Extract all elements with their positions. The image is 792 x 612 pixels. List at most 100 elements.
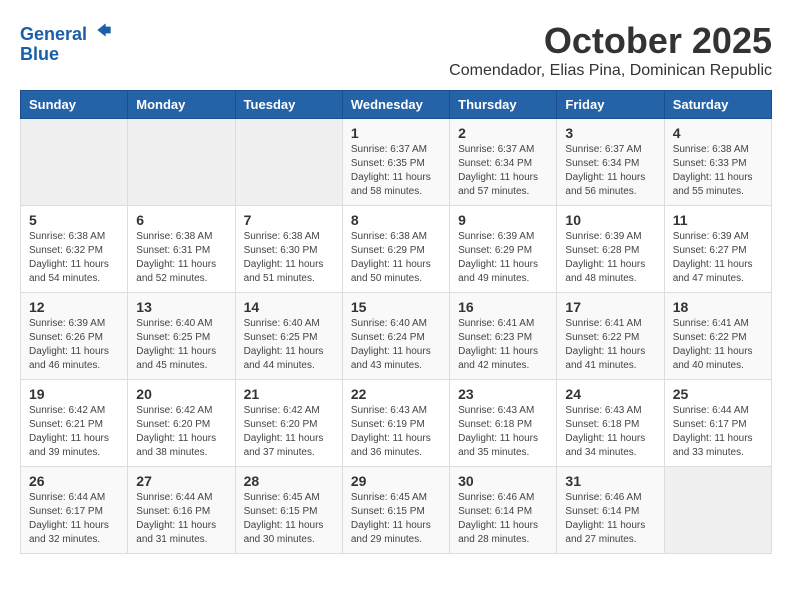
day-number: 6 bbox=[136, 212, 226, 228]
day-number: 20 bbox=[136, 386, 226, 402]
day-number: 31 bbox=[565, 473, 655, 489]
week-row-2: 5Sunrise: 6:38 AM Sunset: 6:32 PM Daylig… bbox=[21, 206, 772, 293]
day-info: Sunrise: 6:44 AM Sunset: 6:17 PM Dayligh… bbox=[673, 404, 763, 460]
day-number: 14 bbox=[244, 299, 334, 315]
calendar-body: 1Sunrise: 6:37 AM Sunset: 6:35 PM Daylig… bbox=[21, 119, 772, 554]
day-info: Sunrise: 6:44 AM Sunset: 6:17 PM Dayligh… bbox=[29, 491, 119, 547]
calendar-cell: 27 Sunrise: 6:44 AM Sunset: 6:16 PM Dayli… bbox=[128, 467, 235, 554]
calendar-cell: 31 Sunrise: 6:46 AM Sunset: 6:14 PM Dayli… bbox=[557, 467, 664, 554]
weekday-header-wednesday: Wednesday bbox=[342, 91, 449, 119]
day-number: 30 bbox=[458, 473, 548, 489]
calendar-cell: 28Sunrise: 6:45 AM Sunset: 6:15 PM Dayli… bbox=[235, 467, 342, 554]
calendar-table: SundayMondayTuesdayWednesdayThursdayFrid… bbox=[20, 90, 772, 554]
day-number: 29 bbox=[351, 473, 441, 489]
day-info: Sunrise: 6:44 AM Sunset: 6:16 PM Dayligh… bbox=[136, 491, 226, 547]
day-info: Sunrise: 6:38 AM Sunset: 6:32 PM Dayligh… bbox=[29, 230, 119, 286]
calendar-cell bbox=[128, 119, 235, 206]
calendar-cell: 30 Sunrise: 6:46 AM Sunset: 6:14 PM Dayli… bbox=[450, 467, 557, 554]
day-info: Sunrise: 6:41 AM Sunset: 6:22 PM Dayligh… bbox=[673, 317, 763, 373]
calendar-cell: 23Sunrise: 6:43 AM Sunset: 6:18 PM Dayli… bbox=[450, 380, 557, 467]
week-row-5: 26 Sunrise: 6:44 AM Sunset: 6:17 PM Dayli… bbox=[21, 467, 772, 554]
day-number: 21 bbox=[244, 386, 334, 402]
calendar-cell: 29 Sunrise: 6:45 AM Sunset: 6:15 PM Dayli… bbox=[342, 467, 449, 554]
day-number: 19 bbox=[29, 386, 119, 402]
day-info: Sunrise: 6:39 AM Sunset: 6:27 PM Dayligh… bbox=[673, 230, 763, 286]
calendar-cell: 10 Sunrise: 6:39 AM Sunset: 6:28 PM Dayli… bbox=[557, 206, 664, 293]
day-info: Sunrise: 6:40 AM Sunset: 6:24 PM Dayligh… bbox=[351, 317, 441, 373]
month-title: October 2025 bbox=[449, 20, 772, 62]
day-number: 4 bbox=[673, 125, 763, 141]
week-row-1: 1Sunrise: 6:37 AM Sunset: 6:35 PM Daylig… bbox=[21, 119, 772, 206]
weekday-header-monday: Monday bbox=[128, 91, 235, 119]
day-number: 26 bbox=[29, 473, 119, 489]
calendar-cell: 24Sunrise: 6:43 AM Sunset: 6:18 PM Dayli… bbox=[557, 380, 664, 467]
day-info: Sunrise: 6:37 AM Sunset: 6:34 PM Dayligh… bbox=[565, 143, 655, 199]
day-info: Sunrise: 6:43 AM Sunset: 6:19 PM Dayligh… bbox=[351, 404, 441, 460]
calendar-cell: 7 Sunrise: 6:38 AM Sunset: 6:30 PM Daylig… bbox=[235, 206, 342, 293]
day-info: Sunrise: 6:41 AM Sunset: 6:22 PM Dayligh… bbox=[565, 317, 655, 373]
day-info: Sunrise: 6:42 AM Sunset: 6:20 PM Dayligh… bbox=[136, 404, 226, 460]
day-number: 25 bbox=[673, 386, 763, 402]
day-info: Sunrise: 6:37 AM Sunset: 6:34 PM Dayligh… bbox=[458, 143, 548, 199]
calendar-cell bbox=[235, 119, 342, 206]
day-number: 24 bbox=[565, 386, 655, 402]
calendar-cell: 4 Sunrise: 6:38 AM Sunset: 6:33 PM Daylig… bbox=[664, 119, 771, 206]
day-info: Sunrise: 6:42 AM Sunset: 6:20 PM Dayligh… bbox=[244, 404, 334, 460]
location-subtitle: Comendador, Elias Pina, Dominican Republ… bbox=[449, 62, 772, 80]
weekday-header-sunday: Sunday bbox=[21, 91, 128, 119]
week-row-4: 19 Sunrise: 6:42 AM Sunset: 6:21 PM Dayli… bbox=[21, 380, 772, 467]
day-info: Sunrise: 6:45 AM Sunset: 6:15 PM Dayligh… bbox=[351, 491, 441, 547]
day-number: 17 bbox=[565, 299, 655, 315]
day-info: Sunrise: 6:38 AM Sunset: 6:29 PM Dayligh… bbox=[351, 230, 441, 286]
day-number: 28 bbox=[244, 473, 334, 489]
day-number: 10 bbox=[565, 212, 655, 228]
day-info: Sunrise: 6:46 AM Sunset: 6:14 PM Dayligh… bbox=[458, 491, 548, 547]
calendar-cell bbox=[21, 119, 128, 206]
calendar-cell: 13Sunrise: 6:40 AM Sunset: 6:25 PM Dayli… bbox=[128, 293, 235, 380]
weekday-header-tuesday: Tuesday bbox=[235, 91, 342, 119]
day-info: Sunrise: 6:39 AM Sunset: 6:29 PM Dayligh… bbox=[458, 230, 548, 286]
day-number: 16 bbox=[458, 299, 548, 315]
weekday-header-friday: Friday bbox=[557, 91, 664, 119]
calendar-cell: 1Sunrise: 6:37 AM Sunset: 6:35 PM Daylig… bbox=[342, 119, 449, 206]
day-number: 11 bbox=[673, 212, 763, 228]
calendar-cell: 18 Sunrise: 6:41 AM Sunset: 6:22 PM Dayli… bbox=[664, 293, 771, 380]
day-number: 9 bbox=[458, 212, 548, 228]
day-info: Sunrise: 6:42 AM Sunset: 6:21 PM Dayligh… bbox=[29, 404, 119, 460]
day-info: Sunrise: 6:38 AM Sunset: 6:31 PM Dayligh… bbox=[136, 230, 226, 286]
calendar-cell: 14Sunrise: 6:40 AM Sunset: 6:25 PM Dayli… bbox=[235, 293, 342, 380]
calendar-cell: 6 Sunrise: 6:38 AM Sunset: 6:31 PM Daylig… bbox=[128, 206, 235, 293]
calendar-cell bbox=[664, 467, 771, 554]
day-number: 3 bbox=[565, 125, 655, 141]
day-info: Sunrise: 6:43 AM Sunset: 6:18 PM Dayligh… bbox=[458, 404, 548, 460]
calendar-cell: 19 Sunrise: 6:42 AM Sunset: 6:21 PM Dayli… bbox=[21, 380, 128, 467]
day-info: Sunrise: 6:40 AM Sunset: 6:25 PM Dayligh… bbox=[136, 317, 226, 373]
calendar-cell: 26 Sunrise: 6:44 AM Sunset: 6:17 PM Dayli… bbox=[21, 467, 128, 554]
weekday-header-thursday: Thursday bbox=[450, 91, 557, 119]
week-row-3: 12Sunrise: 6:39 AM Sunset: 6:26 PM Dayli… bbox=[21, 293, 772, 380]
day-info: Sunrise: 6:46 AM Sunset: 6:14 PM Dayligh… bbox=[565, 491, 655, 547]
calendar-cell: 5Sunrise: 6:38 AM Sunset: 6:32 PM Daylig… bbox=[21, 206, 128, 293]
day-info: Sunrise: 6:38 AM Sunset: 6:33 PM Dayligh… bbox=[673, 143, 763, 199]
calendar-cell: 25 Sunrise: 6:44 AM Sunset: 6:17 PM Dayli… bbox=[664, 380, 771, 467]
calendar-cell: 3 Sunrise: 6:37 AM Sunset: 6:34 PM Daylig… bbox=[557, 119, 664, 206]
calendar-cell: 9 Sunrise: 6:39 AM Sunset: 6:29 PM Daylig… bbox=[450, 206, 557, 293]
weekday-header-row: SundayMondayTuesdayWednesdayThursdayFrid… bbox=[21, 91, 772, 119]
day-number: 8 bbox=[351, 212, 441, 228]
day-info: Sunrise: 6:38 AM Sunset: 6:30 PM Dayligh… bbox=[244, 230, 334, 286]
page-header: General Blue October 2025 Comendador, El… bbox=[20, 20, 772, 80]
day-number: 27 bbox=[136, 473, 226, 489]
calendar-cell: 2Sunrise: 6:37 AM Sunset: 6:34 PM Daylig… bbox=[450, 119, 557, 206]
day-info: Sunrise: 6:39 AM Sunset: 6:28 PM Dayligh… bbox=[565, 230, 655, 286]
weekday-header-saturday: Saturday bbox=[664, 91, 771, 119]
day-info: Sunrise: 6:41 AM Sunset: 6:23 PM Dayligh… bbox=[458, 317, 548, 373]
day-number: 7 bbox=[244, 212, 334, 228]
day-number: 18 bbox=[673, 299, 763, 315]
title-block: October 2025 Comendador, Elias Pina, Dom… bbox=[449, 20, 772, 80]
day-number: 22 bbox=[351, 386, 441, 402]
calendar-cell: 17 Sunrise: 6:41 AM Sunset: 6:22 PM Dayli… bbox=[557, 293, 664, 380]
day-number: 12 bbox=[29, 299, 119, 315]
calendar-cell: 16 Sunrise: 6:41 AM Sunset: 6:23 PM Dayli… bbox=[450, 293, 557, 380]
calendar-cell: 15Sunrise: 6:40 AM Sunset: 6:24 PM Dayli… bbox=[342, 293, 449, 380]
calendar-cell: 21 Sunrise: 6:42 AM Sunset: 6:20 PM Dayli… bbox=[235, 380, 342, 467]
